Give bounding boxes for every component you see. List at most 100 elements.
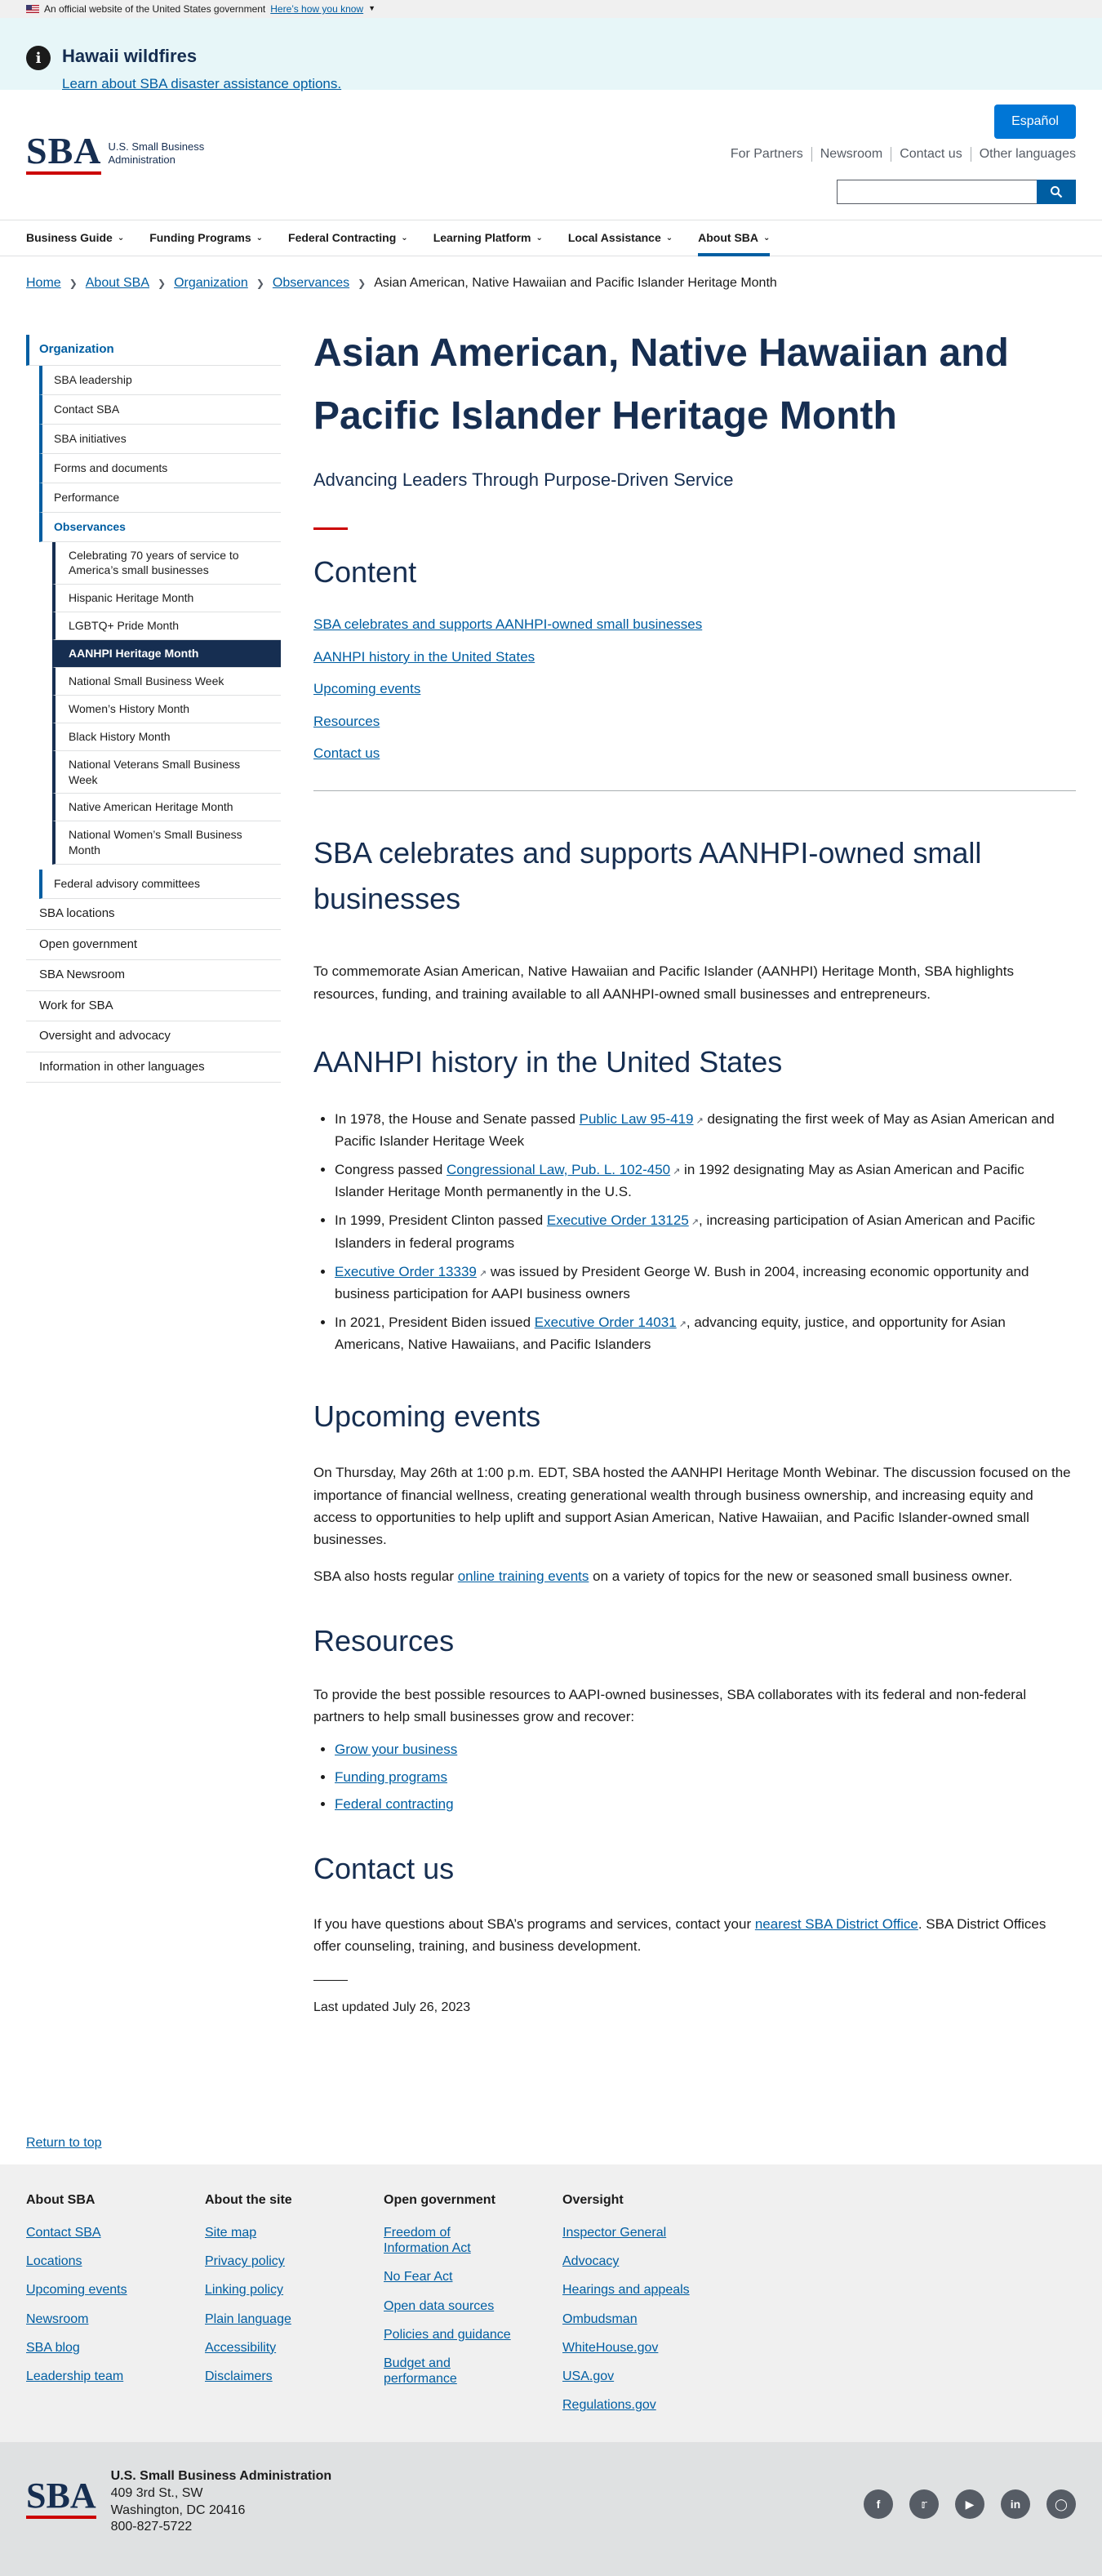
sidebar-item-observances[interactable]: Observances [39, 512, 281, 542]
return-to-top-link[interactable]: Return to top [26, 2133, 102, 2153]
sidebar-item-hispanic[interactable]: Hispanic Heritage Month [52, 585, 281, 613]
executive-order-14031-link[interactable]: Executive Order 14031 [535, 1315, 677, 1330]
footer-link[interactable]: SBA blog [26, 2340, 205, 2356]
sidebar-item-open-government[interactable]: Open government [26, 930, 281, 961]
footer-link[interactable]: Open data sources [384, 2298, 562, 2314]
toc-link-celebrates[interactable]: SBA celebrates and supports AANHPI-owned… [313, 614, 1076, 635]
nav-business-guide[interactable]: Business Guide ⌄ [26, 220, 124, 256]
footer-link[interactable]: USA.gov [562, 2369, 741, 2384]
toc-link-events[interactable]: Upcoming events [313, 678, 1076, 700]
section-heading-history: AANHPI history in the United States [313, 1044, 783, 1079]
public-law-link[interactable]: Public Law 95-419 [580, 1111, 694, 1127]
secnav-contact[interactable]: Contact us [891, 147, 971, 162]
grow-business-link[interactable]: Grow your business [335, 1742, 457, 1757]
sidebar-item-locations[interactable]: SBA locations [26, 899, 281, 930]
site-header: SBA U.S. Small Business Administration Es… [0, 90, 1102, 220]
updated-divider [313, 1980, 348, 1982]
sidebar-item-advisory[interactable]: Federal advisory committees [39, 870, 281, 900]
footer-link[interactable]: Upcoming events [26, 2282, 205, 2298]
chevron-right-icon: ❯ [256, 278, 264, 289]
sidebar-item-womens-small-business[interactable]: National Women’s Small Business Month [52, 821, 281, 865]
footer-link[interactable]: Disclaimers [205, 2369, 384, 2384]
footer-link[interactable]: Advocacy [562, 2253, 741, 2269]
footer-link[interactable]: WhiteHouse.gov [562, 2340, 741, 2356]
federal-contracting-link[interactable]: Federal contracting [335, 1796, 454, 1812]
search-input[interactable] [837, 180, 1037, 204]
secnav-newsroom[interactable]: Newsroom [812, 147, 892, 162]
nav-local-assistance[interactable]: Local Assistance ⌄ [568, 220, 673, 256]
footer-link[interactable]: Leadership team [26, 2369, 205, 2384]
footer-link[interactable]: Freedom of Information Act [384, 2225, 506, 2256]
alert-title: Hawaii wildfires [62, 46, 198, 66]
footer-link[interactable]: Policies and guidance [384, 2327, 562, 2342]
sidebar-item-languages[interactable]: Information in other languages [26, 1052, 281, 1083]
secnav-partners[interactable]: For Partners [722, 147, 812, 162]
secondary-nav: For Partners Newsroom Contact us Other l… [722, 147, 1076, 162]
toc-link-contact[interactable]: Contact us [313, 743, 1076, 764]
sidebar-item-oversight[interactable]: Oversight and advocacy [26, 1021, 281, 1052]
page-title: Asian American, Native Hawaiian and Paci… [313, 331, 1009, 438]
title-divider [313, 527, 348, 530]
linkedin-icon[interactable]: in [1001, 2489, 1030, 2519]
breadcrumb-organization[interactable]: Organization [174, 274, 248, 293]
sidebar-item-small-business-week[interactable]: National Small Business Week [52, 667, 281, 696]
footer-sba-logo[interactable]: SBA [26, 2478, 96, 2519]
sidebar-item-black-history[interactable]: Black History Month [52, 723, 281, 751]
breadcrumb-home[interactable]: Home [26, 274, 61, 293]
list-item: Executive Order 13339↗ was issued by Pre… [335, 1261, 1076, 1305]
sidebar-item-contact[interactable]: Contact SBA [39, 394, 281, 425]
footer-link[interactable]: Site map [205, 2225, 384, 2240]
sidebar-item-womens-history[interactable]: Women’s History Month [52, 695, 281, 723]
footer-link[interactable]: Contact SBA [26, 2225, 205, 2240]
breadcrumb-about[interactable]: About SBA [86, 274, 149, 293]
sidebar-item-organization[interactable]: Organization [26, 335, 281, 366]
footer-link[interactable]: Newsroom [26, 2311, 205, 2327]
footer-link[interactable]: Locations [26, 2253, 205, 2269]
congressional-law-link[interactable]: Congressional Law, Pub. L. 102-450 [447, 1162, 670, 1177]
sidebar-item-70-years[interactable]: Celebrating 70 years of service to Ameri… [52, 541, 281, 585]
youtube-icon[interactable]: ▶ [955, 2489, 984, 2519]
footer-link[interactable]: Regulations.gov [562, 2397, 741, 2413]
gov-banner-link[interactable]: Here’s how you know [270, 2, 363, 16]
sidebar-item-forms[interactable]: Forms and documents [39, 453, 281, 483]
facebook-icon[interactable]: f [864, 2489, 893, 2519]
footer-link[interactable]: Ombudsman [562, 2311, 741, 2327]
search-button[interactable] [1037, 180, 1076, 204]
secnav-languages[interactable]: Other languages [971, 147, 1076, 162]
footer-link[interactable]: Linking policy [205, 2282, 384, 2298]
toc-link-history[interactable]: AANHPI history in the United States [313, 647, 1076, 668]
footer-link[interactable]: Accessibility [205, 2340, 384, 2356]
footer-link[interactable]: Budget and performance [384, 2356, 473, 2387]
footer-link[interactable]: No Fear Act [384, 2269, 562, 2285]
sidebar-item-veterans[interactable]: National Veterans Small Business Week [52, 750, 281, 794]
sidebar-item-initiatives[interactable]: SBA initiatives [39, 424, 281, 454]
instagram-icon[interactable]: ◯ [1046, 2489, 1076, 2519]
training-events-link[interactable]: online training events [458, 1568, 589, 1584]
sidebar-item-newsroom[interactable]: SBA Newsroom [26, 960, 281, 991]
funding-programs-link[interactable]: Funding programs [335, 1769, 447, 1785]
sidebar-item-pride[interactable]: LGBTQ+ Pride Month [52, 612, 281, 641]
sidebar-item-native-american[interactable]: Native American Heritage Month [52, 794, 281, 822]
breadcrumb-observances[interactable]: Observances [273, 274, 349, 293]
footer-link[interactable]: Privacy policy [205, 2253, 384, 2269]
sidebar-item-performance[interactable]: Performance [39, 483, 281, 513]
sidebar-item-work[interactable]: Work for SBA [26, 991, 281, 1022]
executive-order-13339-link[interactable]: Executive Order 13339 [335, 1264, 477, 1279]
nav-federal-contracting[interactable]: Federal Contracting ⌄ [288, 220, 408, 256]
nav-about-sba[interactable]: About SBA ⌄ [698, 220, 771, 256]
footer-link[interactable]: Plain language [205, 2311, 384, 2327]
nav-funding-programs[interactable]: Funding Programs ⌄ [149, 220, 263, 256]
sidebar-item-aanhpi[interactable]: AANHPI Heritage Month [52, 640, 281, 668]
executive-order-13125-link[interactable]: Executive Order 13125 [547, 1212, 689, 1228]
twitter-icon[interactable]: 𝕣 [909, 2489, 939, 2519]
espanol-button[interactable]: Español [994, 105, 1076, 139]
sba-logo[interactable]: SBA U.S. Small Business Administration [26, 132, 204, 175]
list-item: In 1999, President Clinton passed Execut… [335, 1209, 1076, 1253]
footer-link[interactable]: Hearings and appeals [562, 2282, 741, 2298]
district-office-link[interactable]: nearest SBA District Office [755, 1916, 918, 1932]
nav-learning-platform[interactable]: Learning Platform ⌄ [433, 220, 543, 256]
sidebar-item-leadership[interactable]: SBA leadership [39, 365, 281, 395]
social-links: f 𝕣 ▶ in ◯ [864, 2489, 1076, 2519]
toc-link-resources[interactable]: Resources [313, 711, 1076, 732]
footer-link[interactable]: Inspector General [562, 2225, 741, 2240]
